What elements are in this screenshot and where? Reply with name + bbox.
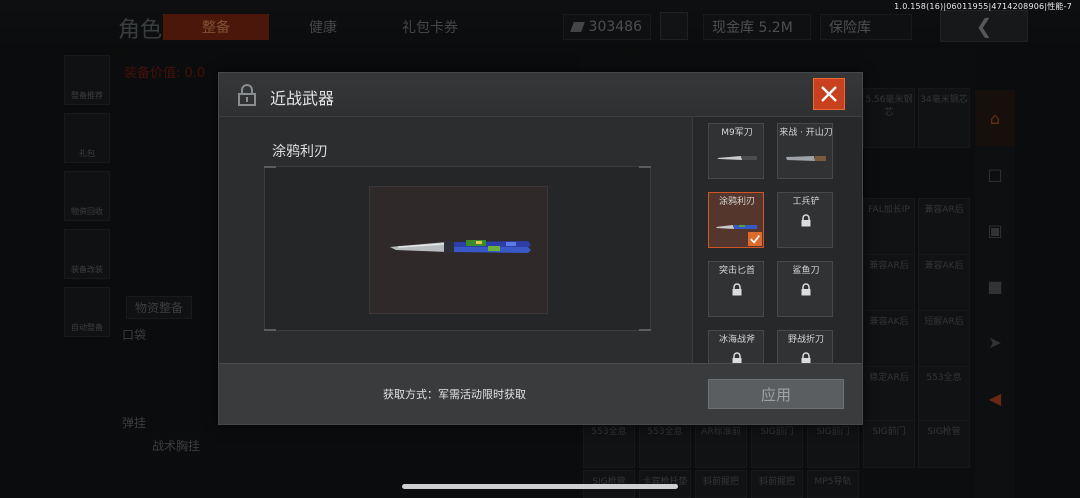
weapon-slot-shark-knife[interactable]: 鲨鱼刀 bbox=[777, 261, 833, 317]
dialog-footer: 获取方式：军需活动限时获取 应用 bbox=[219, 363, 862, 424]
weapon-slot-graffiti-blade[interactable]: 涂鸦利刃 bbox=[708, 192, 764, 248]
butterfly-knife-image bbox=[390, 240, 531, 253]
weapon-slot-assault-dagger[interactable]: 突击匕首 bbox=[708, 261, 764, 317]
weapon-slot-label: 鲨鱼刀 bbox=[792, 266, 820, 276]
weapon-slot-label: 工兵铲 bbox=[792, 197, 820, 207]
weapon-slot-m9[interactable]: M9军刀 bbox=[708, 123, 764, 179]
weapon-list: M9军刀 来战 · 开山刀 涂鸦利刃 工兵铲 突击匕首 鲨鱼刀 冰海战斧 野战折… bbox=[692, 117, 862, 363]
acquire-method-text: 获取方式：军需活动限时获取 bbox=[383, 388, 526, 401]
dialog-title: 近战武器 bbox=[270, 89, 335, 108]
lock-icon bbox=[801, 352, 811, 363]
selected-weapon-name: 涂鸦利刃 bbox=[272, 144, 328, 160]
weapon-slot-label: 涂鸦利刃 bbox=[718, 197, 755, 207]
weapon-slot-label: 突击匕首 bbox=[718, 266, 755, 276]
lock-icon bbox=[238, 84, 256, 106]
weapon-slot-label: 野战折刀 bbox=[787, 335, 824, 345]
home-indicator[interactable] bbox=[402, 484, 678, 489]
weapon-preview[interactable] bbox=[369, 186, 548, 314]
lock-icon bbox=[732, 352, 742, 363]
lock-icon bbox=[801, 214, 811, 227]
close-icon bbox=[821, 86, 837, 102]
lock-icon bbox=[801, 283, 811, 296]
melee-weapon-dialog: 近战武器 涂鸦利刃 M9军刀 来战 · 开山刀 涂鸦利刃 工兵铲 突击匕首 鲨鱼… bbox=[218, 72, 863, 425]
weapon-slot-ice-axe[interactable]: 冰海战斧 bbox=[708, 330, 764, 363]
close-button[interactable] bbox=[813, 78, 845, 110]
weapon-slot-label: 来战 · 开山刀 bbox=[779, 128, 833, 138]
machete-icon bbox=[786, 156, 826, 161]
weapon-slot-label: M9军刀 bbox=[721, 128, 753, 138]
lock-icon bbox=[732, 283, 742, 296]
dialog-header: 近战武器 bbox=[219, 73, 862, 117]
weapon-slot-field-knife[interactable]: 野战折刀 bbox=[777, 330, 833, 363]
weapon-slot-shovel[interactable]: 工兵铲 bbox=[777, 192, 833, 248]
weapon-slot-label: 冰海战斧 bbox=[718, 335, 755, 345]
selected-check-icon bbox=[748, 232, 762, 246]
version-string: 1.0.158(16)|06011955|4714208906|性能-7 bbox=[894, 2, 1072, 11]
butterfly-knife-icon bbox=[716, 225, 757, 229]
apply-button[interactable]: 应用 bbox=[708, 379, 844, 409]
weapon-preview-frame bbox=[264, 166, 651, 331]
knife-icon bbox=[717, 156, 757, 160]
weapon-slot-machete[interactable]: 来战 · 开山刀 bbox=[777, 123, 833, 179]
